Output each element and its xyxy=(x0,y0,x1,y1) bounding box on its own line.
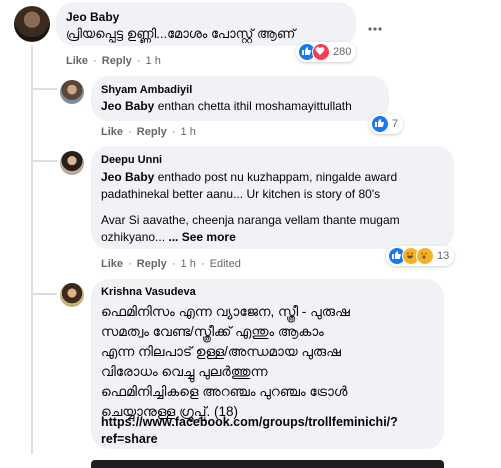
comment-text-line: Avar Si aavathe, cheenja naranga vellam … xyxy=(101,213,400,227)
comment-actions: Like · Reply · 1 h xyxy=(101,126,196,138)
reply-connector xyxy=(31,88,57,90)
comment-text: Jeo Baby enthan chetta ithil moshamayitt… xyxy=(101,99,352,113)
reaction-summary[interactable]: 280 xyxy=(296,42,357,62)
love-icon xyxy=(312,43,330,61)
reaction-count: 7 xyxy=(392,118,399,130)
reply-link[interactable]: Reply xyxy=(137,126,167,138)
comment-text: ഫെമിനിസം എന്ന വ്യാജേന, സ്ത്രീ - പുരുഷ സമ… xyxy=(101,302,441,422)
like-link[interactable]: Like xyxy=(101,258,123,270)
edited-label: Edited xyxy=(209,258,241,270)
comment-text-line: ഫെമിനിസം എന്ന വ്യാജേന, സ്ത്രീ - പുരുഷ xyxy=(101,304,350,319)
comment-text-line: എന്ന നിലപാട് ഉള്ള/അന്ധമായ പുരുഷ xyxy=(101,344,342,359)
avatar[interactable] xyxy=(60,151,84,175)
comment-author[interactable]: Deepu Unni xyxy=(101,154,162,166)
reply-link[interactable]: Reply xyxy=(102,55,132,67)
like-link[interactable]: Like xyxy=(66,55,88,67)
comment-text: പ്രിയപ്പെട്ട ഉണ്ണി...മോശം പോസ്റ്റ് ആണ് xyxy=(66,26,296,41)
comment-text-line: സമത്വം വേണ്ട/സ്ത്രീക്ക് എന്തും ആകാം xyxy=(101,324,324,339)
avatar[interactable] xyxy=(14,6,50,42)
mention[interactable]: Jeo Baby xyxy=(101,99,154,113)
comment-author[interactable]: Shyam Ambadiyil xyxy=(101,84,192,96)
comment-author[interactable]: Krishna Vasudeva xyxy=(101,286,196,298)
wow-icon xyxy=(416,247,434,265)
reply-link[interactable]: Reply xyxy=(137,258,167,270)
reaction-count: 13 xyxy=(437,250,450,262)
comment-author[interactable]: Jeo Baby xyxy=(66,10,119,24)
reply-connector xyxy=(31,293,57,295)
comment-actions: Like · Reply · 1 h xyxy=(66,55,161,67)
like-icon xyxy=(371,115,389,133)
comment-text-line: Jeo Baby enthado post nu kuzhappam, ning… xyxy=(101,170,398,184)
timestamp[interactable]: 1 h xyxy=(181,258,196,270)
avatar[interactable] xyxy=(60,283,84,307)
comment-text-line: ozhikyano... ... See more xyxy=(101,230,236,244)
thread-line xyxy=(31,54,33,454)
comment-text-line: ഫെമിനിച്ചികളെ അറഞ്ചം പുറഞ്ചം ട്രോൾ xyxy=(101,384,348,399)
like-link[interactable]: Like xyxy=(101,126,123,138)
thread-line xyxy=(31,46,33,54)
see-more-link[interactable]: ... See more xyxy=(168,230,235,244)
timestamp[interactable]: 1 h xyxy=(181,126,196,138)
timestamp[interactable]: 1 h xyxy=(146,55,161,67)
avatar[interactable] xyxy=(60,80,84,104)
reply-connector xyxy=(31,160,57,162)
reaction-summary[interactable]: 7 xyxy=(369,114,404,134)
comment-text-line: padathinekal better aanu... Ur kitchen i… xyxy=(101,187,381,201)
more-options-icon[interactable] xyxy=(368,18,382,31)
group-link[interactable]: https://www.facebook.com/groups/trollfem… xyxy=(101,414,398,448)
reaction-summary[interactable]: 13 xyxy=(386,246,455,266)
mention[interactable]: Jeo Baby xyxy=(101,170,154,184)
reaction-count: 280 xyxy=(333,46,352,58)
comment-text-line: വിരോധം വെച്ചു പുലർത്തുന്ന xyxy=(101,364,268,379)
comment-actions: Like · Reply · 1 h · Edited xyxy=(101,258,241,270)
